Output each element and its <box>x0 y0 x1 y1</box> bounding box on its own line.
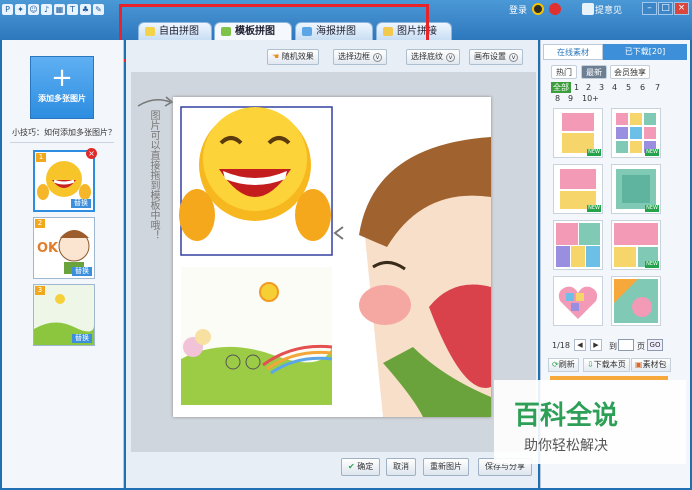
watermark-title: 百科全说 <box>514 401 619 431</box>
filter-hot[interactable]: 热门 <box>551 65 577 79</box>
collage-canvas[interactable] <box>173 97 491 417</box>
text-icon[interactable]: T <box>67 4 78 15</box>
page-input[interactable] <box>618 339 634 351</box>
svg-text:OK: OK <box>37 241 59 256</box>
page-unit-label: 页 <box>637 342 645 351</box>
replace-button[interactable]: 替换 <box>72 267 92 276</box>
template-preview <box>558 286 598 319</box>
filter-newest[interactable]: 最新 <box>581 65 607 79</box>
template-preview <box>556 223 600 267</box>
login-link[interactable]: 登录 <box>509 3 527 16</box>
count-filter-7[interactable]: 7 <box>655 83 660 92</box>
count-filter-1[interactable]: 1 <box>574 83 579 92</box>
ok-button[interactable]: ✔ 确定 <box>341 458 381 476</box>
wrench-icon[interactable]: ✎ <box>93 4 104 15</box>
template-item[interactable] <box>553 220 603 270</box>
maximize-button[interactable]: □ <box>658 2 673 15</box>
keyboard-icon[interactable]: ▦ <box>54 4 65 15</box>
select-texture-dropdown[interactable]: 选择底纹 v <box>406 49 460 65</box>
count-filter-3[interactable]: 3 <box>599 83 604 92</box>
canvas-settings-dropdown[interactable]: 画布设置 v <box>469 49 523 65</box>
download-icon: ⇩ <box>587 360 594 369</box>
count-filter-5[interactable]: 5 <box>626 83 631 92</box>
replace-button[interactable]: 替换 <box>71 199 91 208</box>
go-button[interactable]: GO <box>647 339 663 351</box>
goto-label: 到 <box>609 342 617 351</box>
count-filter-all[interactable]: 全部 <box>551 82 571 93</box>
smile-icon[interactable]: ☺ <box>28 4 39 15</box>
close-button[interactable]: × <box>674 2 689 15</box>
prev-page-icon[interactable]: ◀ <box>574 339 586 351</box>
template-item[interactable]: NEW <box>553 164 603 214</box>
drag-hint-text: 图片可以直接拖到模板中哦！ <box>148 110 159 240</box>
material-pack-button[interactable]: ▣素材包 <box>631 358 671 372</box>
count-filter-6[interactable]: 6 <box>640 83 645 92</box>
chevron-down-icon: v <box>373 53 382 62</box>
feedback-link[interactable]: 提意见 <box>595 3 622 16</box>
check-icon: ✔ <box>348 462 355 471</box>
watermark-subtitle: 助你轻松解决 <box>524 438 608 454</box>
count-filter-2[interactable]: 2 <box>586 83 591 92</box>
template-item[interactable] <box>553 276 603 326</box>
image-thumb[interactable]: 1 替换 × <box>33 148 97 212</box>
reset-images-button[interactable]: 重新图片 <box>423 458 469 476</box>
template-item[interactable]: NEW <box>611 164 661 214</box>
template-item[interactable]: NEW <box>611 220 661 270</box>
page-indicator: 1/18 <box>552 341 570 350</box>
refresh-button[interactable]: ⟳刷新 <box>548 358 579 372</box>
app-logo-icon: P <box>2 4 13 15</box>
arrow-icon <box>137 96 174 107</box>
hand-icon: ☚ <box>272 52 280 61</box>
template-item[interactable]: NEW <box>553 108 603 158</box>
refresh-icon: ⟳ <box>552 360 559 369</box>
cancel-button[interactable]: 取消 <box>386 458 416 476</box>
random-effect-button[interactable]: ☚ 随机效果 <box>267 49 319 65</box>
mic-icon[interactable]: ♪ <box>41 4 52 15</box>
tab-downloaded[interactable]: 已下载[20] <box>603 44 687 60</box>
template-item[interactable]: NEW <box>611 108 661 158</box>
chevron-down-icon: v <box>446 53 455 62</box>
filter-vip[interactable]: 会员独享 <box>610 65 650 79</box>
tip-link[interactable]: 小技巧：如何添加多张图片？ <box>12 127 116 138</box>
count-filter-4[interactable]: 4 <box>612 83 617 92</box>
delete-icon[interactable]: × <box>86 148 97 159</box>
next-page-icon[interactable]: ▶ <box>590 339 602 351</box>
collage-images <box>179 106 491 417</box>
tool-icon[interactable]: ✦ <box>15 4 26 15</box>
chevron-down-icon: v <box>509 53 518 62</box>
count-filter-9[interactable]: 9 <box>568 94 573 103</box>
template-item[interactable] <box>611 276 661 326</box>
download-page-button[interactable]: ⇩下载本页 <box>583 358 630 372</box>
qq-icon[interactable] <box>532 3 544 15</box>
add-images-button[interactable]: + 添加多张图片 <box>30 56 94 119</box>
divider <box>10 142 114 143</box>
template-preview <box>614 279 658 323</box>
tab-online-material[interactable]: 在线素材 <box>543 44 603 60</box>
package-icon: ▣ <box>635 360 643 369</box>
image-thumb[interactable]: 3 替换 <box>33 284 95 346</box>
replace-button[interactable]: 替换 <box>72 334 92 343</box>
image-thumb[interactable]: OK 2 替换 <box>33 217 95 279</box>
minimize-button[interactable]: – <box>642 2 657 15</box>
count-filter-8[interactable]: 8 <box>555 94 560 103</box>
plus-icon: + <box>51 63 73 93</box>
feedback-icon <box>582 3 594 15</box>
count-filter-10plus[interactable]: 10+ <box>582 94 599 103</box>
weibo-icon[interactable] <box>549 3 561 15</box>
select-border-dropdown[interactable]: 选择边框 v <box>333 49 387 65</box>
shirt-icon[interactable]: ♣ <box>80 4 91 15</box>
